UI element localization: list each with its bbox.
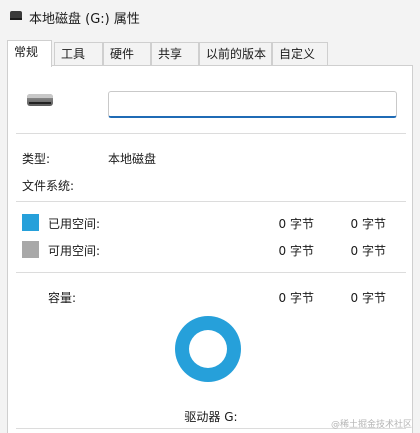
capacity-label: 容量:	[48, 291, 77, 305]
type-value: 本地磁盘	[108, 152, 157, 166]
usage-donut-chart	[175, 316, 241, 382]
type-label: 类型:	[22, 152, 51, 166]
watermark: @稀土掘金技术社区	[330, 420, 412, 430]
drive-icon	[10, 11, 22, 20]
tab-hardware[interactable]: 硬件	[103, 42, 151, 66]
general-panel: 类型: 本地磁盘 文件系统: 已用空间: 0 字节 0 字节 可用空间: 0 字…	[7, 65, 413, 433]
tab-sharing[interactable]: 共享	[151, 42, 199, 66]
free-space-size: 0 字节	[350, 244, 386, 258]
window-title: 本地磁盘 (G:) 属性	[29, 12, 140, 27]
used-space-label: 已用空间:	[48, 217, 101, 231]
tab-previous-versions[interactable]: 以前的版本	[199, 42, 272, 66]
used-space-size: 0 字节	[350, 217, 386, 231]
divider	[16, 201, 406, 202]
free-space-swatch	[22, 241, 39, 258]
capacity-size: 0 字节	[350, 291, 386, 305]
hard-drive-icon	[27, 94, 53, 106]
tab-tools[interactable]: 工具	[54, 42, 103, 66]
divider	[16, 133, 406, 134]
divider	[16, 272, 406, 273]
tab-strip: 常规 工具 硬件 共享 以前的版本 自定义	[0, 40, 420, 67]
filesystem-label: 文件系统:	[22, 179, 75, 193]
capacity-bytes: 0 字节	[278, 291, 314, 305]
free-space-label: 可用空间:	[48, 244, 101, 258]
used-space-swatch	[22, 214, 39, 231]
free-space-bytes: 0 字节	[278, 244, 314, 258]
tab-general[interactable]: 常规	[7, 40, 52, 67]
title-bar[interactable]: 本地磁盘 (G:) 属性	[0, 0, 420, 34]
used-space-bytes: 0 字节	[278, 217, 314, 231]
drive-name-input[interactable]	[108, 91, 397, 118]
tab-customize[interactable]: 自定义	[272, 42, 328, 66]
